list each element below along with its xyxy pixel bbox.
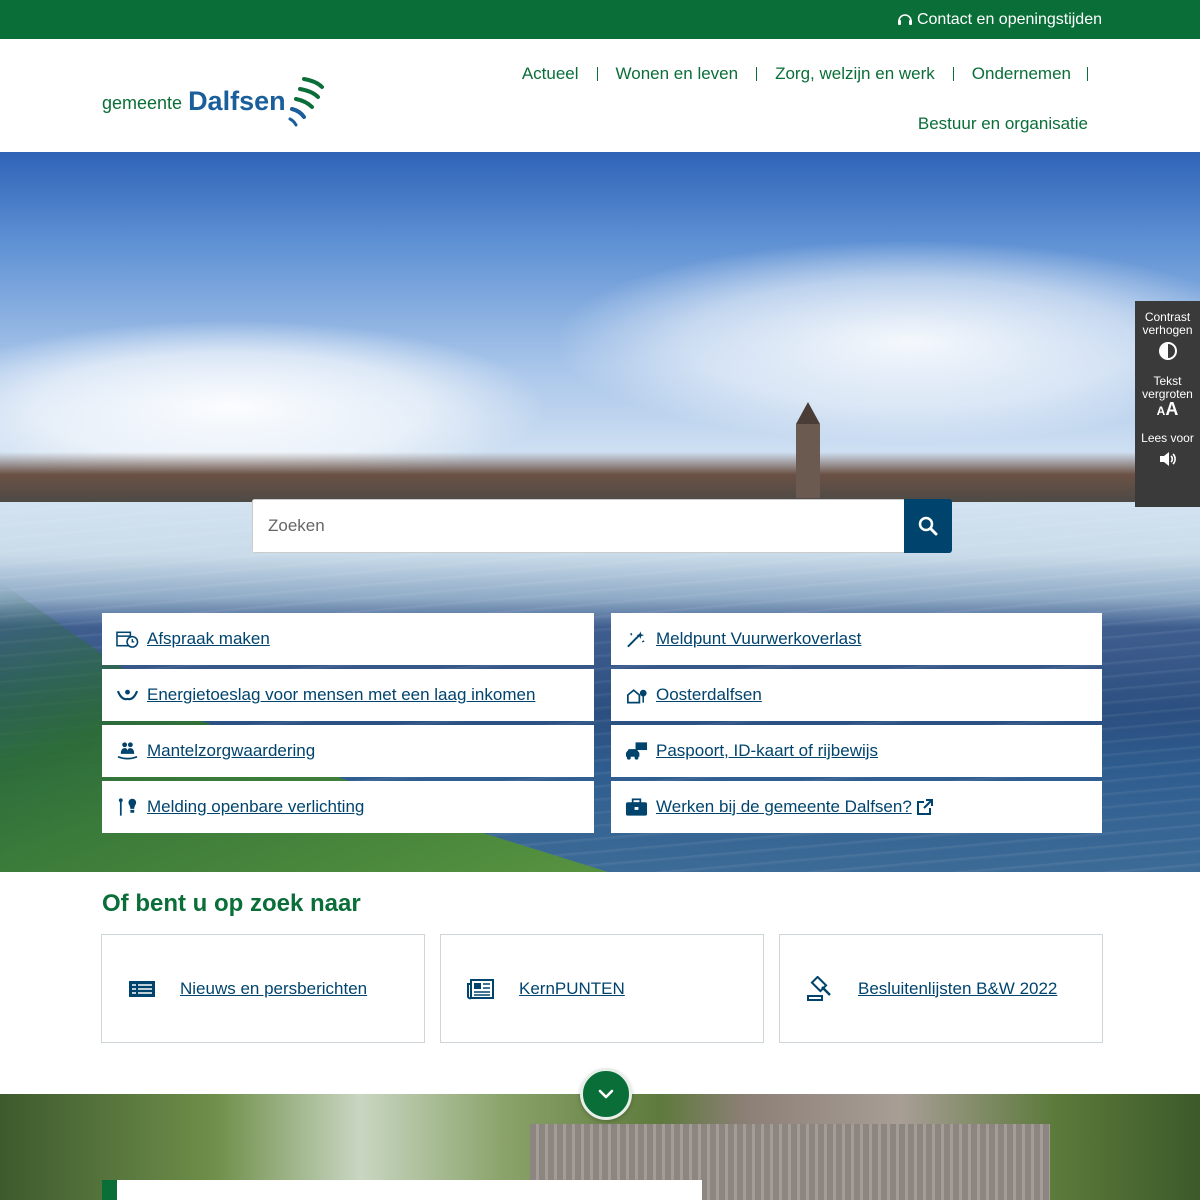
headset-icon xyxy=(897,13,912,25)
external-link-icon xyxy=(916,799,933,815)
card-kernpunten[interactable]: KernPUNTEN xyxy=(440,934,764,1043)
section-title: Of bent u op zoek naar xyxy=(102,890,361,917)
contact-link[interactable]: Contact en openingstijden xyxy=(897,11,1102,29)
tile-label: Werken bij de gemeente Dalfsen? xyxy=(656,797,912,816)
tile-werken-bij-gemeente[interactable]: Werken bij de gemeente Dalfsen? xyxy=(611,781,1102,833)
header: gemeente Dalfsen Actueel Wonen en leven … xyxy=(0,39,1200,152)
contact-label: Contact en openingstijden xyxy=(916,10,1102,28)
search-icon xyxy=(918,516,938,536)
contrast-label: Contrast verhogen xyxy=(1142,310,1193,337)
tile-melding-openbare-verlichting[interactable]: Melding openbare verlichting xyxy=(102,781,594,833)
tile-mantelzorgwaardering[interactable]: Mantelzorgwaardering xyxy=(102,725,594,777)
contrast-toggle[interactable]: Contrast verhogen xyxy=(1135,311,1200,361)
briefcase-icon xyxy=(625,798,648,816)
tile-paspoort-id-rijbewijs[interactable]: Paspoort, ID-kaart of rijbewijs xyxy=(611,725,1102,777)
card-label: Nieuws en persberichten xyxy=(180,978,368,998)
carer-icon xyxy=(117,742,138,760)
nav-actueel[interactable]: Actueel xyxy=(504,65,598,82)
text-size-icon: AA xyxy=(1156,399,1179,419)
read-aloud-toggle[interactable]: Lees voor xyxy=(1135,432,1200,469)
streetlight-icon xyxy=(118,798,137,816)
tile-label: Paspoort, ID-kaart of rijbewijs xyxy=(656,741,879,760)
tile-label: Mantelzorgwaardering xyxy=(147,741,316,760)
nav-wonen-en-leven[interactable]: Wonen en leven xyxy=(598,65,758,82)
speaker-icon xyxy=(1159,452,1176,466)
nav-ondernemen[interactable]: Ondernemen xyxy=(954,65,1088,82)
tile-energietoeslag[interactable]: Energietoeslag voor mensen met een laag … xyxy=(102,669,594,721)
id-car-icon xyxy=(625,742,648,760)
scroll-down-button[interactable] xyxy=(580,1068,632,1120)
tile-meldpunt-vuurwerkoverlast[interactable]: Meldpunt Vuurwerkoverlast xyxy=(611,613,1102,665)
calendar-clock-icon xyxy=(116,631,139,648)
nav-bestuur-en-organisatie[interactable]: Bestuur en organisatie xyxy=(900,115,1088,132)
card-label: Besluitenlijsten B&W 2022 xyxy=(858,978,1058,998)
read-aloud-label: Lees voor xyxy=(1141,431,1194,445)
tile-label: Afspraak maken xyxy=(147,629,270,648)
top-bar: Contact en openingstijden xyxy=(0,0,1200,39)
tile-label: Energietoeslag voor mensen met een laag … xyxy=(147,685,536,704)
tile-label: Meldpunt Vuurwerkoverlast xyxy=(656,629,862,648)
hands-icon xyxy=(116,689,139,701)
search-bar xyxy=(252,499,952,553)
text-size-toggle[interactable]: Tekst vergroten AA xyxy=(1135,374,1200,419)
chevron-down-icon xyxy=(598,1089,614,1099)
gavel-icon xyxy=(807,975,831,1001)
card-nieuws-persberichten[interactable]: Nieuws en persberichten xyxy=(101,934,425,1043)
topic-cards: Nieuws en persberichten KernPUNTEN Beslu… xyxy=(101,934,1103,1043)
news-list-icon xyxy=(129,980,155,997)
search-input[interactable] xyxy=(252,499,904,553)
house-tree-icon xyxy=(627,689,647,704)
nav-zorg-welzijn-werk[interactable]: Zorg, welzijn en werk xyxy=(757,65,954,82)
card-label: KernPUNTEN xyxy=(519,978,625,998)
newspaper-icon xyxy=(467,978,494,999)
firework-icon xyxy=(627,631,645,648)
logo-mark-icon xyxy=(288,77,324,127)
tile-afspraak-maken[interactable]: Afspraak maken xyxy=(102,613,594,665)
logo-small-text: gemeente xyxy=(102,93,183,113)
tile-oosterdalfsen[interactable]: Oosterdalfsen xyxy=(611,669,1102,721)
quick-links: Afspraak maken Meldpunt Vuurwerkoverlast… xyxy=(102,613,1102,833)
text-size-label: Tekst vergroten xyxy=(1142,374,1193,401)
tile-label: Melding openbare verlichting xyxy=(147,797,365,816)
main-navigation: Actueel Wonen en leven Zorg, welzijn en … xyxy=(468,61,1088,161)
contrast-icon xyxy=(1158,342,1177,360)
card-besluitenlijsten[interactable]: Besluitenlijsten B&W 2022 xyxy=(779,934,1103,1043)
tile-label: Oosterdalfsen xyxy=(656,685,762,704)
logo[interactable]: gemeente Dalfsen xyxy=(102,75,326,127)
logo-big-text: Dalfsen xyxy=(188,86,286,116)
search-button[interactable] xyxy=(904,499,952,553)
accessibility-panel: Contrast verhogen Tekst vergroten AA Lee… xyxy=(1135,301,1200,507)
